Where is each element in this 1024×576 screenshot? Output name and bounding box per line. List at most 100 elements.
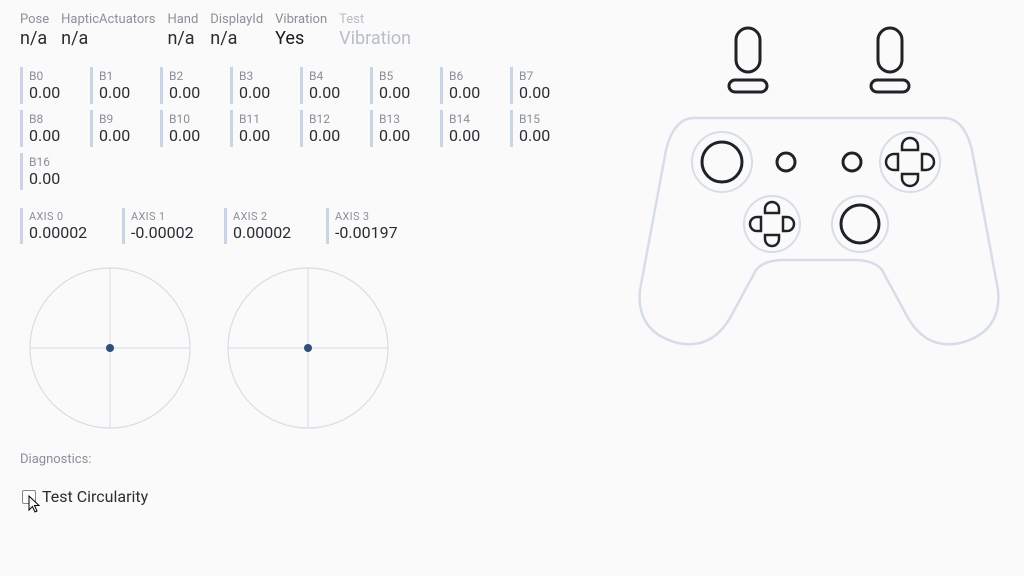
diagnostics-label: Diagnostics: xyxy=(20,452,620,467)
info-label: Test xyxy=(339,12,411,27)
button-readout-8: B80.00 xyxy=(20,110,84,147)
button-readout-0: B00.00 xyxy=(20,67,84,104)
button-value: 0.00 xyxy=(309,83,358,102)
info-haptic: HapticActuators n/a xyxy=(61,12,155,49)
button-value: 0.00 xyxy=(239,126,288,145)
info-pose: Pose n/a xyxy=(20,12,49,49)
face-buttons-icon xyxy=(880,132,940,192)
axis-label: AXIS 0 xyxy=(29,210,106,223)
axis-value: -0.00002 xyxy=(131,223,208,242)
button-value: 0.00 xyxy=(519,126,568,145)
button-readout-9: B90.00 xyxy=(90,110,154,147)
info-value: n/a xyxy=(20,28,49,49)
button-label: B11 xyxy=(239,112,288,126)
button-value: 0.00 xyxy=(239,83,288,102)
button-label: B15 xyxy=(519,112,568,126)
axis-value: 0.00002 xyxy=(233,223,310,242)
button-label: B5 xyxy=(379,69,428,83)
test-circularity-checkbox[interactable] xyxy=(22,490,36,504)
left-stick-icon xyxy=(692,132,752,192)
left-panel: Pose n/a HapticActuators n/a Hand n/a Di… xyxy=(20,12,620,506)
button-label: B8 xyxy=(29,112,78,126)
right-trigger-icon xyxy=(871,28,909,92)
button-readout-16: B160.00 xyxy=(20,153,84,190)
vibration-test-link[interactable]: Vibration xyxy=(339,28,411,49)
info-label: Hand xyxy=(167,12,198,27)
axis-readout-3: AXIS 3-0.00197 xyxy=(326,208,418,244)
axis-row: AXIS 00.00002AXIS 1-0.00002AXIS 20.00002… xyxy=(20,208,620,244)
button-readout-1: B10.00 xyxy=(90,67,154,104)
info-row: Pose n/a HapticActuators n/a Hand n/a Di… xyxy=(20,12,620,49)
axis-readout-1: AXIS 1-0.00002 xyxy=(122,208,214,244)
button-readout-2: B20.00 xyxy=(160,67,224,104)
button-label: B14 xyxy=(449,112,498,126)
info-display: DisplayId n/a xyxy=(210,12,263,49)
button-readout-4: B40.00 xyxy=(300,67,364,104)
axis-label: AXIS 2 xyxy=(233,210,310,223)
button-label: B1 xyxy=(99,69,148,83)
button-value: 0.00 xyxy=(309,126,358,145)
button-readout-15: B150.00 xyxy=(510,110,574,147)
axis-value: 0.00002 xyxy=(29,223,106,242)
button-readout-13: B130.00 xyxy=(370,110,434,147)
button-readout-7: B70.00 xyxy=(510,67,574,104)
button-label: B2 xyxy=(169,69,218,83)
dpad-icon xyxy=(744,196,800,252)
button-readout-10: B100.00 xyxy=(160,110,224,147)
button-label: B3 xyxy=(239,69,288,83)
info-value: n/a xyxy=(61,28,155,49)
controller-diagram xyxy=(634,20,1004,360)
info-value: Yes xyxy=(275,28,327,49)
button-label: B12 xyxy=(309,112,358,126)
right-stick-plot xyxy=(224,264,392,432)
button-readout-14: B140.00 xyxy=(440,110,504,147)
info-hand: Hand n/a xyxy=(167,12,198,49)
info-label: HapticActuators xyxy=(61,12,155,27)
button-label: B13 xyxy=(379,112,428,126)
axis-readout-2: AXIS 20.00002 xyxy=(224,208,316,244)
button-label: B6 xyxy=(449,69,498,83)
info-vibration: Vibration Yes xyxy=(275,12,327,49)
button-readout-6: B60.00 xyxy=(440,67,504,104)
button-value: 0.00 xyxy=(99,126,148,145)
button-readout-3: B30.00 xyxy=(230,67,294,104)
axis-label: AXIS 3 xyxy=(335,210,412,223)
button-value: 0.00 xyxy=(449,83,498,102)
test-circularity-row[interactable]: Test Circularity xyxy=(22,487,620,506)
button-readout-11: B110.00 xyxy=(230,110,294,147)
left-stick-plot xyxy=(26,264,194,432)
info-value: n/a xyxy=(167,28,198,49)
button-readout-5: B50.00 xyxy=(370,67,434,104)
button-value: 0.00 xyxy=(169,83,218,102)
button-value: 0.00 xyxy=(29,83,78,102)
button-label: B10 xyxy=(169,112,218,126)
button-readout-12: B120.00 xyxy=(300,110,364,147)
button-value: 0.00 xyxy=(99,83,148,102)
info-value: n/a xyxy=(210,28,263,49)
stick-plots xyxy=(26,264,620,432)
button-value: 0.00 xyxy=(29,169,78,188)
axis-readout-0: AXIS 00.00002 xyxy=(20,208,112,244)
button-value: 0.00 xyxy=(519,83,568,102)
button-label: B0 xyxy=(29,69,78,83)
back-button-icon xyxy=(777,153,795,171)
button-value: 0.00 xyxy=(379,126,428,145)
info-label: DisplayId xyxy=(210,12,263,27)
right-stick-icon xyxy=(832,196,888,252)
button-label: B4 xyxy=(309,69,358,83)
axis-value: -0.00197 xyxy=(335,223,412,242)
button-value: 0.00 xyxy=(29,126,78,145)
start-button-icon xyxy=(843,153,861,171)
info-label: Vibration xyxy=(275,12,327,27)
axis-label: AXIS 1 xyxy=(131,210,208,223)
button-label: B7 xyxy=(519,69,568,83)
button-value: 0.00 xyxy=(169,126,218,145)
test-circularity-label: Test Circularity xyxy=(42,487,148,506)
button-value: 0.00 xyxy=(449,126,498,145)
button-value: 0.00 xyxy=(379,83,428,102)
button-label: B9 xyxy=(99,112,148,126)
left-trigger-icon xyxy=(729,28,767,92)
button-label: B16 xyxy=(29,155,78,169)
info-test[interactable]: Test Vibration xyxy=(339,12,411,49)
info-label: Pose xyxy=(20,12,49,27)
